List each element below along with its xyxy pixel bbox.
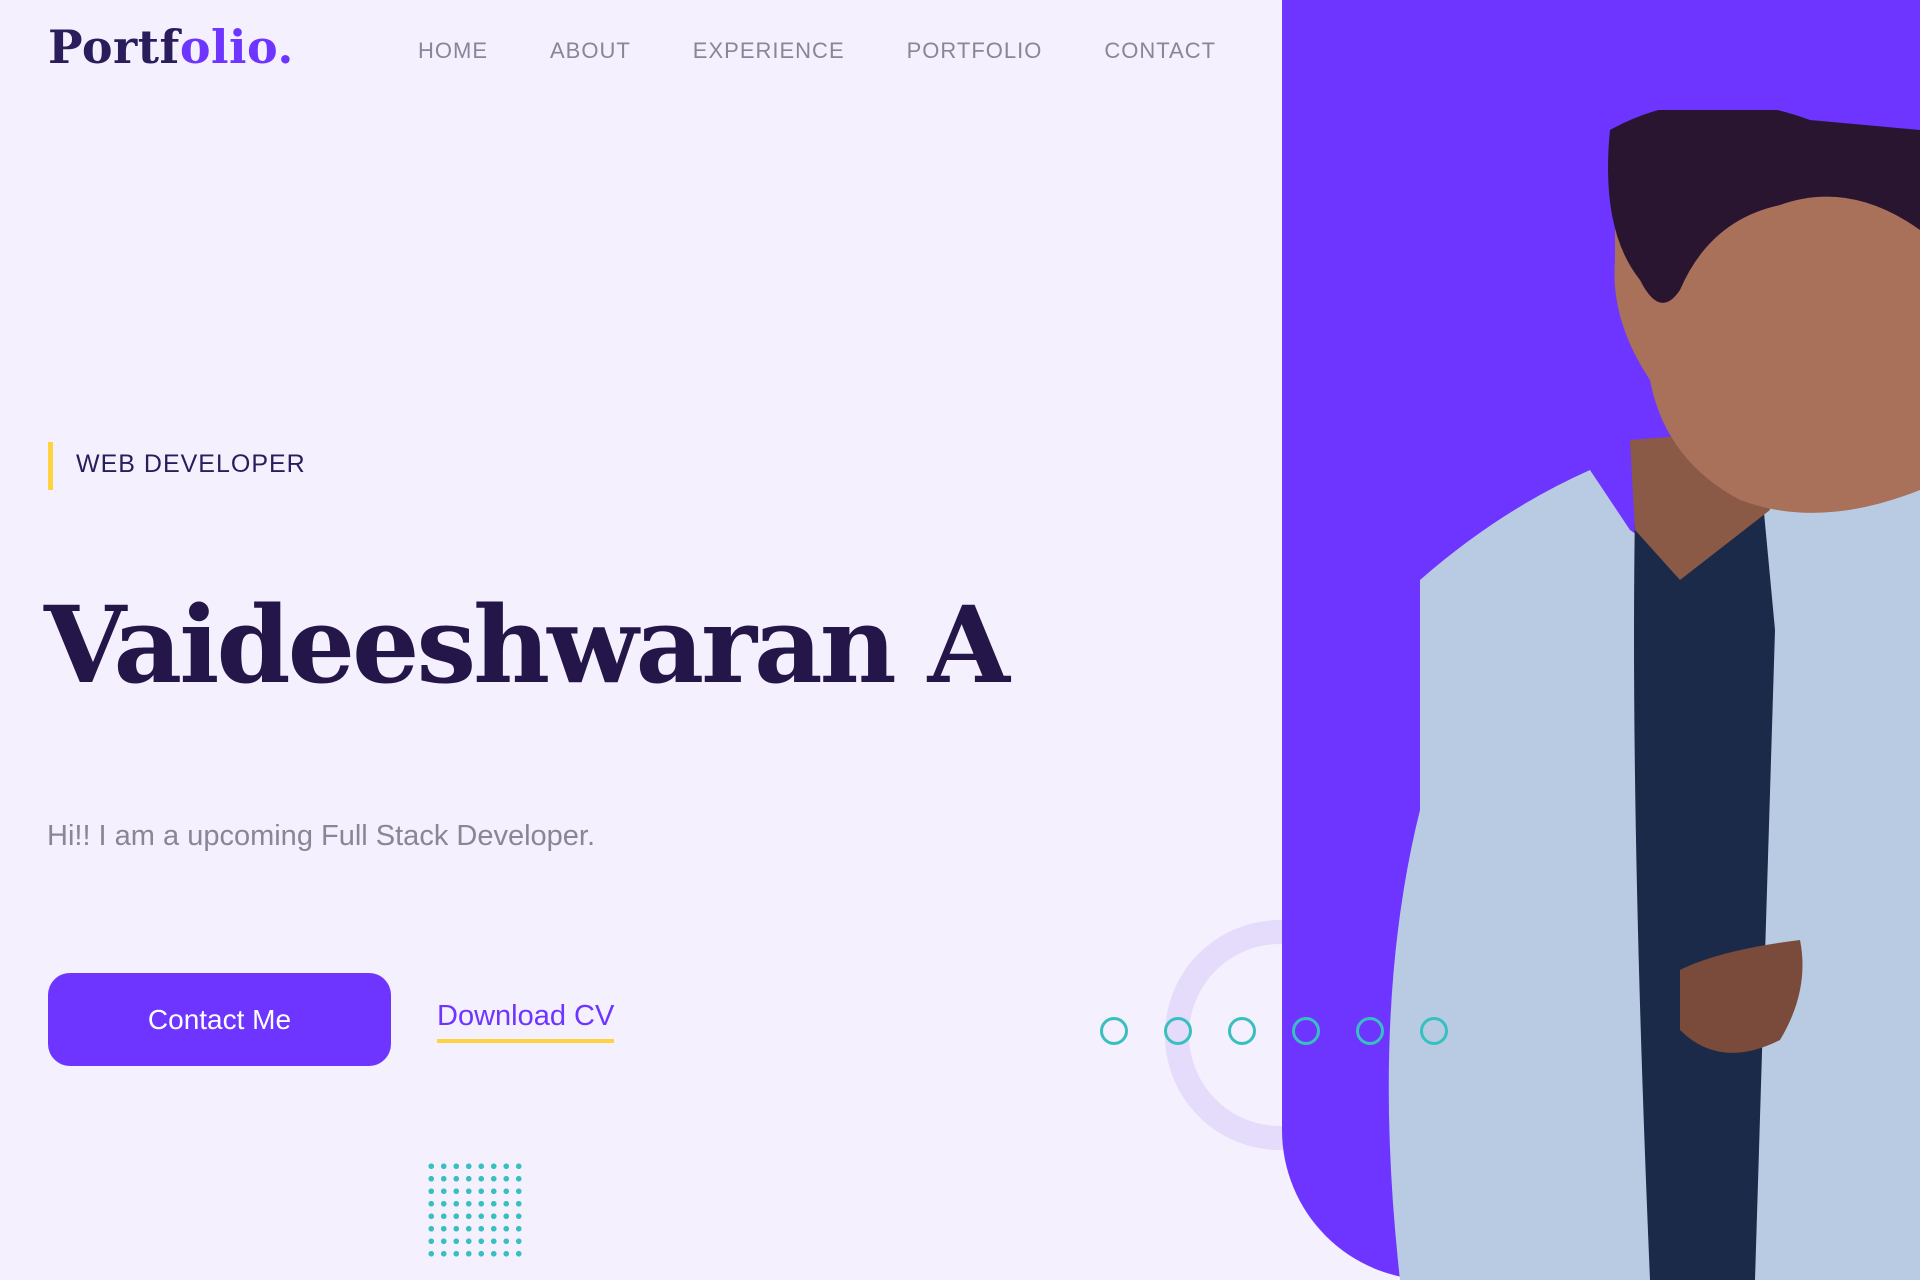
nav-about[interactable]: ABOUT — [550, 38, 631, 64]
logo[interactable]: Portfolio. — [48, 20, 294, 74]
role-label: WEB DEVELOPER — [76, 450, 306, 478]
hero-name: Vaideeshwaran A — [44, 582, 1010, 707]
slider-dots — [1100, 1017, 1484, 1045]
nav-home[interactable]: HOME — [418, 38, 488, 64]
slider-dot[interactable] — [1164, 1017, 1192, 1045]
logo-text-accent: olio. — [179, 20, 294, 74]
profile-photo — [1388, 110, 1920, 1280]
decorative-dot-grid — [425, 1160, 525, 1260]
slider-dot[interactable] — [1356, 1017, 1384, 1045]
logo-text-main: Portf — [48, 20, 180, 74]
hero-tagline: Hi!! I am a upcoming Full Stack Develope… — [47, 820, 596, 852]
nav-contact[interactable]: CONTACT — [1104, 38, 1216, 64]
download-cv-link[interactable]: Download CV — [437, 1000, 615, 1043]
photo-shirt — [1634, 470, 1775, 1280]
contact-me-button[interactable]: Contact Me — [48, 973, 391, 1066]
main-nav: HOME ABOUT EXPERIENCE PORTFOLIO CONTACT — [418, 38, 1216, 64]
role-accent-bar — [48, 442, 53, 490]
nav-portfolio[interactable]: PORTFOLIO — [907, 38, 1043, 64]
slider-dot[interactable] — [1228, 1017, 1256, 1045]
slider-dot[interactable] — [1100, 1017, 1128, 1045]
slider-dot[interactable] — [1420, 1017, 1448, 1045]
slider-dot[interactable] — [1292, 1017, 1320, 1045]
nav-experience[interactable]: EXPERIENCE — [693, 38, 845, 64]
